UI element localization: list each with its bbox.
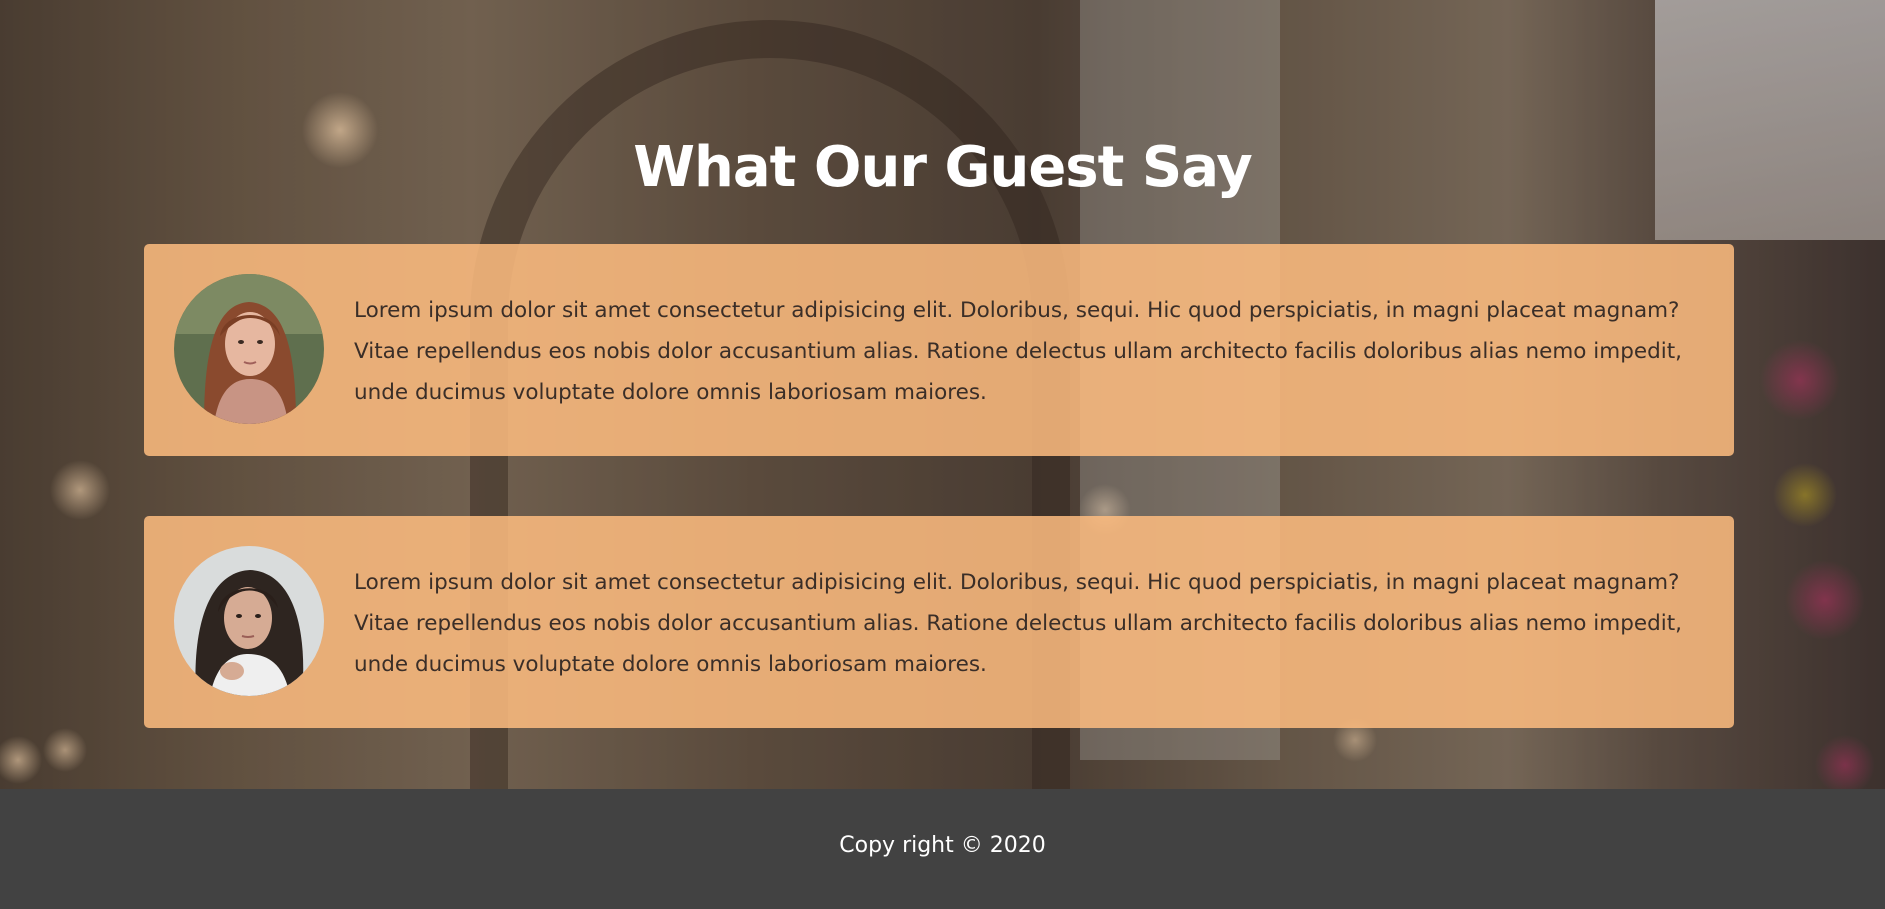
section-title: What Our Guest Say	[633, 135, 1253, 200]
testimonial-card: Lorem ipsum dolor sit amet consectetur a…	[144, 244, 1734, 456]
copyright-text: Copy right © 2020	[839, 833, 1046, 858]
testimonial-text: Lorem ipsum dolor sit amet consectetur a…	[354, 298, 1682, 405]
guest-avatar	[174, 274, 324, 424]
page-footer: Copy right © 2020	[0, 789, 1885, 909]
woman-portrait-icon	[174, 274, 324, 424]
woman-portrait-icon	[174, 546, 324, 696]
guest-avatar	[174, 546, 324, 696]
testimonials-section: What Our Guest Say Lorem ipsum dolor sit…	[0, 0, 1885, 789]
testimonial-card: Lorem ipsum dolor sit amet consectetur a…	[144, 516, 1734, 728]
testimonial-text: Lorem ipsum dolor sit amet consectetur a…	[354, 570, 1682, 677]
